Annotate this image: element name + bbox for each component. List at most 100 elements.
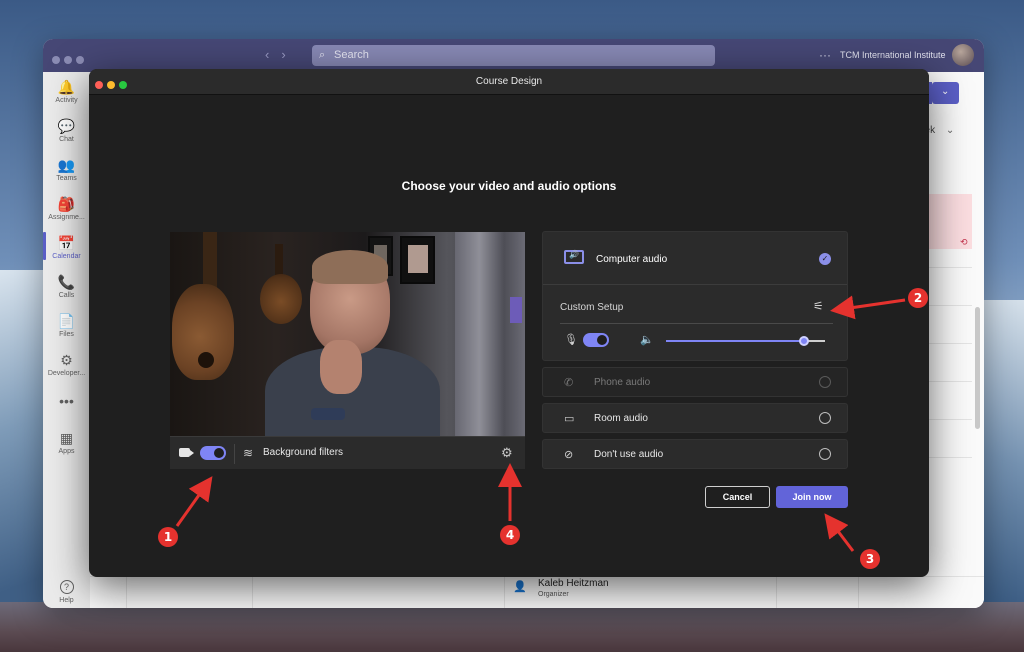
check-icon[interactable]: ✓ [819,253,831,265]
divider [543,284,847,285]
rail-item-chat[interactable]: 💬 Chat [43,118,90,144]
rail-item-developer[interactable]: ⚙ Developer... [43,352,90,378]
volume-slider-track[interactable] [808,340,825,342]
computer-audio-icon [564,250,584,264]
phone-icon: 📞 [57,274,76,290]
annotation-badge: 1 [158,527,178,547]
backpack-icon: 🎒 [57,196,76,212]
page-title: Choose your video and audio options [401,179,617,193]
room-audio-option[interactable]: ▭ Room audio [542,403,848,433]
new-meeting-dropdown-button[interactable]: ⌄ [932,82,959,104]
annotation-badge: 3 [860,549,880,569]
chat-icon: 💬 [57,118,76,134]
search-input[interactable]: ⌕ Search [312,45,715,66]
rail-item-teams[interactable]: 👥 Teams [43,158,90,183]
rail-item-calendar[interactable]: 📅 Calendar [43,232,90,260]
background-filters-button[interactable]: Background filters [263,447,343,458]
join-now-button[interactable]: Join now [776,486,848,508]
phone-icon: ✆ [564,377,574,389]
file-icon: 📄 [57,313,76,329]
calendar-gridline [928,381,972,382]
person-hair [312,250,388,284]
volume-slider-fill[interactable] [666,340,803,342]
apps-icon: ▦ [59,430,74,446]
computer-audio-option[interactable]: Computer audio [596,254,667,265]
volume-slider-thumb[interactable] [799,336,809,346]
rail-item-label: Help [59,597,74,604]
chevron-down-icon: ⌄ [945,125,955,136]
forward-arrow-icon[interactable]: › [281,47,285,62]
search-placeholder: Search [334,49,369,61]
prejoin-dialog: Course Design Choose your video and audi… [89,69,929,577]
person-hand [320,340,362,394]
avatar[interactable] [952,44,974,66]
room-icon: ▭ [564,413,575,425]
camera-toggle[interactable] [200,446,226,460]
gear-icon[interactable]: ⚙ [501,445,513,461]
phone-audio-option: ✆ Phone audio [542,367,848,397]
divider [234,444,235,464]
speaker-icon: 🔈 [640,334,654,346]
calendar-gridline [928,343,972,344]
no-audio-radio[interactable] [819,448,831,460]
rail-item-label: Teams [56,175,77,182]
developer-icon: ⚙ [60,352,73,368]
rail-item-label: Calls [58,292,75,299]
rail-item-label: Apps [58,448,75,455]
history-nav: ‹ › [265,47,298,62]
video-preview [170,232,525,436]
divider [560,323,833,324]
dialog-title-bar: Course Design [89,69,929,95]
calendar-column-line [776,576,777,608]
no-audio-option[interactable]: ⊘ Don't use audio [542,439,848,469]
no-audio-label: Don't use audio [594,449,664,460]
more-options-icon[interactable]: ··· [819,48,831,62]
calendar-scrollbar[interactable] [975,307,980,429]
computer-audio-panel: Computer audio ✓ Custom Setup ⚟ 🎙 🔈 [542,231,848,361]
phone-audio-label: Phone audio [594,377,651,388]
video-controls: ≋ Background filters ⚙ [170,436,525,469]
calendar-column-line [126,576,127,608]
calendar-gridline [928,457,972,458]
no-audio-icon: ⊘ [564,449,574,461]
room-audio-label: Room audio [594,413,648,424]
rail-item-apps[interactable]: ▦ Apps [43,430,90,456]
microphone-toggle[interactable] [583,333,609,347]
photo-frame [400,236,435,284]
rail-item-help[interactable]: ? Help [43,577,90,604]
rail-item-more[interactable]: ••• [43,394,90,409]
teams-title-bar: ‹ › ⌕ Search ··· TCM International Instit… [43,39,984,72]
phone-audio-radio [819,376,831,388]
bell-icon: 🔔 [57,79,76,95]
calendar-icon: 📅 [57,235,76,251]
org-name[interactable]: TCM International Institute [840,50,946,60]
more-icon: ••• [59,393,74,409]
rail-item-files[interactable]: 📄 Files [43,313,90,339]
background-filters-icon[interactable]: ≋ [243,446,253,460]
calendar-column-line [252,576,253,608]
calendar-gridline [928,305,972,306]
rail-item-calls[interactable]: 📞 Calls [43,274,90,300]
back-arrow-icon[interactable]: ‹ [265,47,269,62]
organizer-role: Organizer [538,591,569,598]
recurring-icon: ⟲ [960,237,968,247]
rail-item-activity[interactable]: 🔔 Activity [43,79,90,105]
camera-icon [179,448,194,457]
cancel-button[interactable]: Cancel [705,486,770,508]
annotation-badge: 4 [500,525,520,545]
mandolin [260,274,302,324]
microphone-icon: 🎙 [564,334,578,346]
wall-accent [510,297,522,323]
calendar-bottom-row [90,576,984,608]
calendar-gridline [928,419,972,420]
calendar-column-line [504,576,505,608]
rail-item-assignments[interactable]: 🎒 Assignme... [43,196,90,222]
rail-item-label: Activity [55,97,78,104]
room-audio-radio[interactable] [819,412,831,424]
window-controls [52,51,88,69]
rail-item-label: Developer... [47,370,86,377]
calendar-column-line [858,576,859,608]
device-settings-icon[interactable]: ⚟ [813,299,824,313]
help-icon: ? [59,580,74,594]
dialog-title: Course Design [475,76,543,87]
